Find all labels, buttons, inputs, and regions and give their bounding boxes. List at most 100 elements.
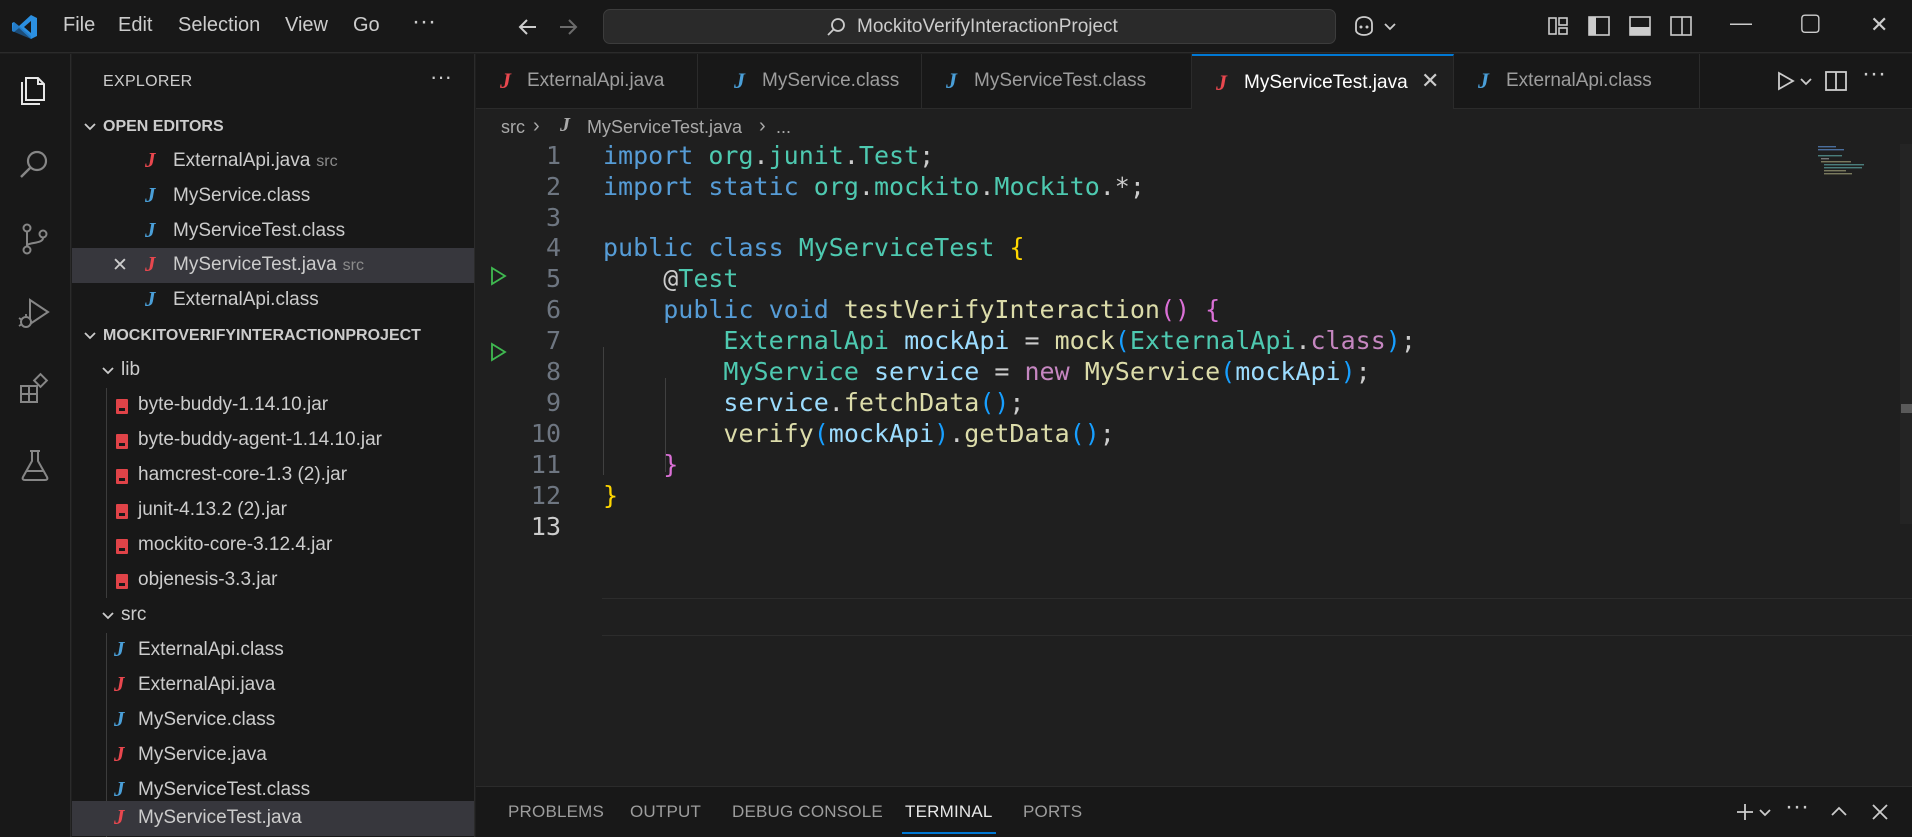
breadcrumb-more[interactable]: ... xyxy=(776,117,791,138)
menu-more-button[interactable]: ··· xyxy=(412,8,436,36)
maximize-panel-chevron-up-icon[interactable] xyxy=(1828,801,1850,823)
src-file-item[interactable]: J ExternalApi.class xyxy=(72,633,474,668)
menu-go[interactable]: Go xyxy=(353,14,380,37)
file-label: ExternalApi.java xyxy=(138,674,276,695)
src-file-item[interactable]: J MyService.class xyxy=(72,703,474,738)
code-line: } xyxy=(603,450,678,479)
tab-problems[interactable]: PROBLEMS xyxy=(508,802,604,822)
open-editor-item[interactable]: J MyService.class xyxy=(72,179,474,214)
code-token: service xyxy=(723,388,829,417)
back-arrow-icon[interactable] xyxy=(516,15,540,39)
jar-file-item[interactable]: byte-buddy-1.14.10.jar xyxy=(72,388,474,423)
code-token: fetchData xyxy=(843,388,980,417)
open-editor-item[interactable]: J ExternalApi.class xyxy=(72,283,474,318)
minimize-button[interactable]: — xyxy=(1730,10,1752,36)
tab-externalapi-class[interactable]: J ExternalApi.class xyxy=(1454,54,1700,109)
menu-file[interactable]: File xyxy=(63,14,95,37)
open-editors-header[interactable]: OPEN EDITORS xyxy=(72,109,474,144)
jar-file-icon xyxy=(116,504,128,519)
search-view-icon[interactable] xyxy=(16,146,54,184)
tab-debug-console[interactable]: DEBUG CONSOLE xyxy=(732,802,883,822)
extensions-icon[interactable] xyxy=(16,370,54,408)
menu-edit[interactable]: Edit xyxy=(118,14,152,37)
src-file-item[interactable]: J ExternalApi.java xyxy=(72,668,474,703)
src-file-item-selected[interactable]: J MyServiceTest.java xyxy=(72,801,474,836)
command-center-search[interactable]: MockitoVerifyInteractionProject xyxy=(603,9,1336,44)
forward-arrow-icon[interactable] xyxy=(556,15,580,39)
source-control-icon[interactable] xyxy=(16,220,54,258)
run-and-debug-icon[interactable] xyxy=(16,294,54,332)
jar-file-item[interactable]: byte-buddy-agent-1.14.10.jar xyxy=(72,423,474,458)
breadcrumb-file[interactable]: MyServiceTest.java xyxy=(587,117,742,138)
open-editor-item[interactable]: J ExternalApi.java src xyxy=(72,144,474,179)
copilot-chevron-down-icon[interactable] xyxy=(1382,14,1398,38)
open-editor-label: MyServiceTest.class xyxy=(173,220,346,241)
src-file-item[interactable]: J MyService.java xyxy=(72,738,474,773)
toggle-primary-sidebar-icon[interactable] xyxy=(1587,14,1611,38)
jar-file-item[interactable]: junit-4.13.2 (2).jar xyxy=(72,493,474,528)
code-line: verify(mockApi).getData(); xyxy=(603,419,1114,448)
close-window-button[interactable]: ✕ xyxy=(1870,12,1888,38)
breadcrumb-folder[interactable]: src xyxy=(501,117,525,138)
line-number: 12 xyxy=(530,481,561,510)
code-line: public void testVerifyInteraction() { xyxy=(603,295,1220,324)
menu-view[interactable]: View xyxy=(285,14,328,37)
folder-src[interactable]: src xyxy=(72,598,474,633)
open-editor-item[interactable]: J MyServiceTest.class xyxy=(72,214,474,249)
explorer-icon[interactable] xyxy=(16,70,54,108)
copilot-icon[interactable] xyxy=(1352,14,1376,38)
menu-selection[interactable]: Selection xyxy=(178,14,260,37)
chevron-down-icon xyxy=(84,332,96,340)
testing-flask-icon[interactable] xyxy=(16,446,54,484)
file-label: byte-buddy-agent-1.14.10.jar xyxy=(138,429,382,450)
file-label: MyService.java xyxy=(138,744,267,765)
tab-output[interactable]: OUTPUT xyxy=(630,802,701,822)
vertical-scrollbar[interactable] xyxy=(1900,144,1912,524)
code-token: ) xyxy=(1340,357,1356,386)
tab-myservicetest-class[interactable]: J MyServiceTest.class xyxy=(922,54,1192,109)
panel-more-actions-button[interactable]: ··· xyxy=(1785,793,1809,821)
code-token: import xyxy=(603,172,694,201)
file-label: objenesis-3.3.jar xyxy=(138,569,278,590)
tab-myservice-class[interactable]: J MyService.class xyxy=(698,54,922,109)
jar-file-item[interactable]: mockito-core-3.12.4.jar xyxy=(72,528,474,563)
code-token: . xyxy=(1295,326,1311,355)
project-folder-header[interactable]: MOCKITOVERIFYINTERACTIONPROJECT xyxy=(72,318,474,353)
run-options-chevron-icon[interactable] xyxy=(1798,68,1814,94)
tab-myservicetest-java[interactable]: J MyServiceTest.java ✕ xyxy=(1192,54,1454,109)
code-token: () xyxy=(1069,419,1100,448)
java-file-icon: J xyxy=(114,805,125,829)
editor-more-actions-button[interactable]: ··· xyxy=(1862,60,1888,87)
split-editor-icon[interactable] xyxy=(1823,68,1849,94)
tab-ports[interactable]: PORTS xyxy=(1023,802,1082,822)
terminal-dropdown-chevron-icon[interactable] xyxy=(1758,803,1772,821)
jar-file-item[interactable]: hamcrest-core-1.3 (2).jar xyxy=(72,458,474,493)
code-token: } xyxy=(663,450,679,479)
close-panel-icon[interactable] xyxy=(1869,801,1891,823)
tab-externalapi-java[interactable]: J ExternalApi.java xyxy=(476,54,698,109)
open-editor-item-active[interactable]: ✕ J MyServiceTest.java src xyxy=(72,248,474,283)
toggle-panel-icon[interactable] xyxy=(1628,14,1652,38)
code-editor[interactable]: 1 2 3 4 5 6 7 8 9 10 11 12 13 import org… xyxy=(476,144,1912,786)
maximize-button[interactable]: ▢ xyxy=(1799,8,1822,37)
new-terminal-plus-icon[interactable] xyxy=(1734,801,1756,823)
folder-lib[interactable]: lib xyxy=(72,353,474,388)
code-line: service.fetchData(); xyxy=(603,388,1024,417)
tab-terminal[interactable]: TERMINAL xyxy=(902,802,996,834)
bottom-panel: PROBLEMS OUTPUT DEBUG CONSOLE TERMINAL P… xyxy=(476,786,1912,837)
close-editor-icon[interactable]: ✕ xyxy=(112,254,128,277)
toggle-secondary-sidebar-icon[interactable] xyxy=(1669,14,1693,38)
jar-file-item[interactable]: objenesis-3.3.jar xyxy=(72,563,474,598)
folder-label: lib xyxy=(121,359,141,380)
customize-layout-icon[interactable] xyxy=(1546,14,1570,38)
close-tab-icon[interactable]: ✕ xyxy=(1421,68,1439,94)
sidebar-more-actions-button[interactable]: ··· xyxy=(430,64,452,90)
minimap[interactable] xyxy=(1816,144,1896,184)
code-token: Mockito xyxy=(994,172,1100,201)
run-java-icon[interactable] xyxy=(1772,68,1798,94)
